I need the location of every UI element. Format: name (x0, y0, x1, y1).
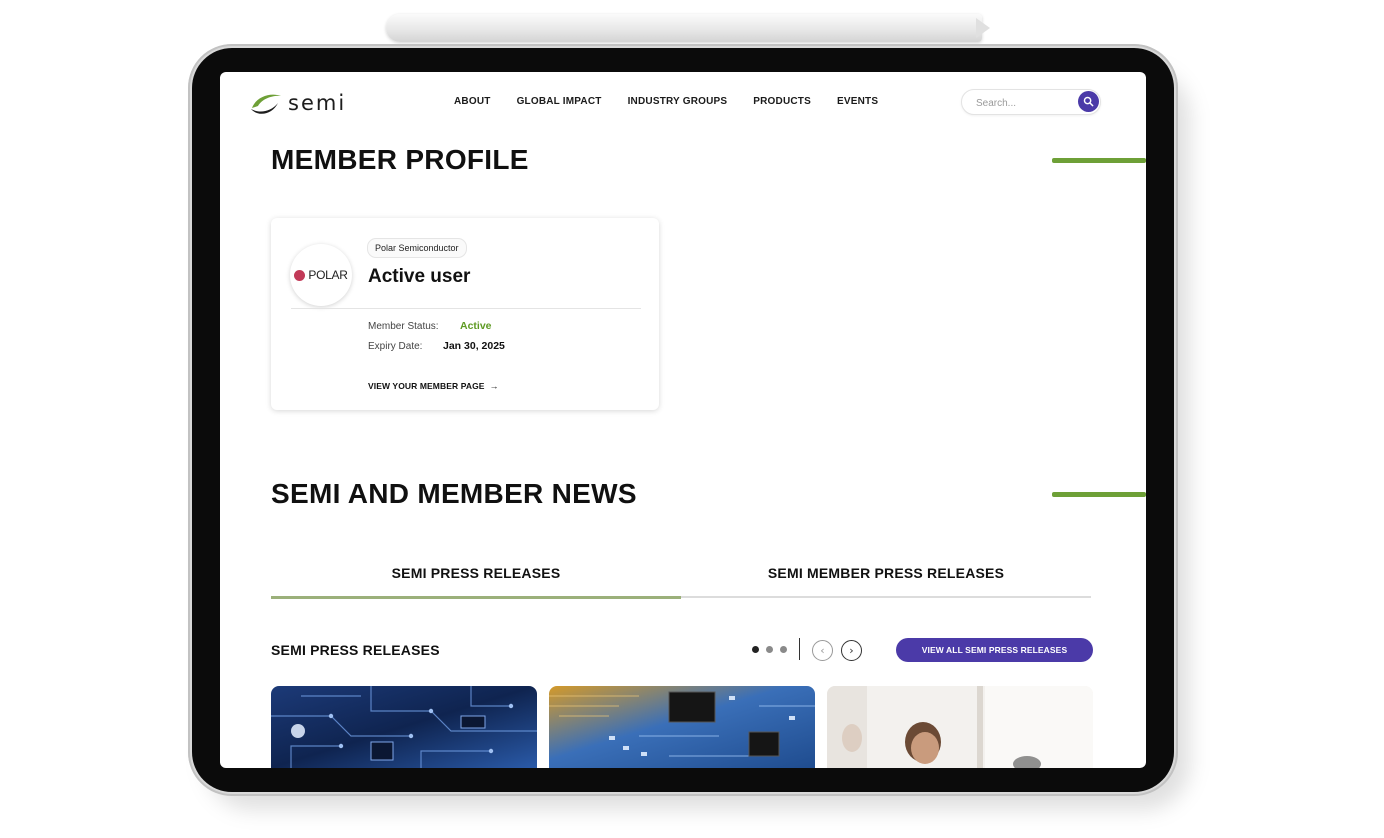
logo-text: semi (288, 91, 347, 115)
nav-item-about[interactable]: ABOUT (454, 96, 491, 107)
expiry-date-label: Expiry Date: (368, 341, 423, 352)
news-heading: SEMI AND MEMBER NEWS (271, 478, 637, 509)
expiry-date-value: Jan 30, 2025 (443, 340, 505, 352)
stylus-pencil (386, 14, 982, 42)
circuit-board-blue-image (271, 686, 537, 768)
tablet-screen: semi ABOUT GLOBAL IMPACT INDUSTRY GROUPS… (220, 72, 1146, 768)
nav-item-global-impact[interactable]: GLOBAL IMPACT (517, 96, 602, 107)
member-status-value: Active (460, 320, 492, 332)
news-thumbnail-meeting[interactable] (827, 686, 1093, 768)
member-profile-heading: MEMBER PROFILE (271, 144, 529, 175)
polar-logo-icon (294, 269, 306, 281)
nav-item-industry-groups[interactable]: INDUSTRY GROUPS (628, 96, 728, 107)
news-tabs: SEMI PRESS RELEASES SEMI MEMBER PRESS RE… (271, 558, 1091, 600)
main-nav: ABOUT GLOBAL IMPACT INDUSTRY GROUPS PROD… (454, 96, 904, 107)
heading-accent-line (1052, 158, 1146, 163)
carousel-pagination (752, 646, 787, 653)
news-thumbnail-circuit-board[interactable] (271, 686, 537, 768)
view-member-page-link[interactable]: VIEW YOUR MEMBER PAGE → (368, 381, 499, 391)
company-logo-avatar: POLAR (290, 244, 352, 306)
carousel-divider (799, 638, 800, 660)
carousel-prev-button[interactable]: ‹ (812, 640, 833, 661)
semi-logo-mark-icon (251, 94, 281, 114)
chevron-left-icon: ‹ (820, 644, 825, 657)
carousel-dot-2[interactable] (766, 646, 773, 653)
search-icon (1083, 96, 1094, 107)
press-releases-title: SEMI PRESS RELEASES (271, 642, 440, 658)
search-button[interactable] (1078, 91, 1099, 112)
view-member-page-label: VIEW YOUR MEMBER PAGE (368, 381, 485, 391)
tab-semi-press-releases[interactable]: SEMI PRESS RELEASES (271, 558, 681, 598)
carousel-dot-3[interactable] (780, 646, 787, 653)
stylus-tip (976, 18, 990, 38)
people-meeting-image (827, 686, 1093, 768)
view-all-press-releases-button[interactable]: VIEW ALL SEMI PRESS RELEASES (896, 638, 1093, 662)
organization-badge: Polar Semiconductor (367, 238, 467, 258)
inactive-tab-line (681, 596, 1091, 598)
search-input[interactable] (974, 94, 1078, 112)
nav-item-events[interactable]: EVENTS (837, 96, 878, 107)
nav-item-products[interactable]: PRODUCTS (753, 96, 811, 107)
member-title: Active user (368, 266, 471, 287)
carousel-next-button[interactable]: › (841, 640, 862, 661)
news-accent-line (1052, 492, 1146, 497)
carousel-dot-1[interactable] (752, 646, 759, 653)
member-profile-card: POLAR Polar Semiconductor Active user Me… (271, 218, 659, 410)
company-logo-text: POLAR (308, 268, 348, 282)
circuit-board-chip-image (549, 686, 815, 768)
chevron-right-icon: › (849, 644, 854, 657)
card-divider (291, 308, 641, 309)
search-box (961, 89, 1101, 115)
semi-logo[interactable]: semi (248, 88, 346, 118)
member-status-label: Member Status: (368, 321, 439, 332)
arrow-right-icon: → (489, 381, 499, 391)
news-thumbnail-microchip[interactable] (549, 686, 815, 768)
tab-semi-member-press-releases[interactable]: SEMI MEMBER PRESS RELEASES (681, 558, 1091, 598)
active-tab-indicator (271, 596, 681, 599)
